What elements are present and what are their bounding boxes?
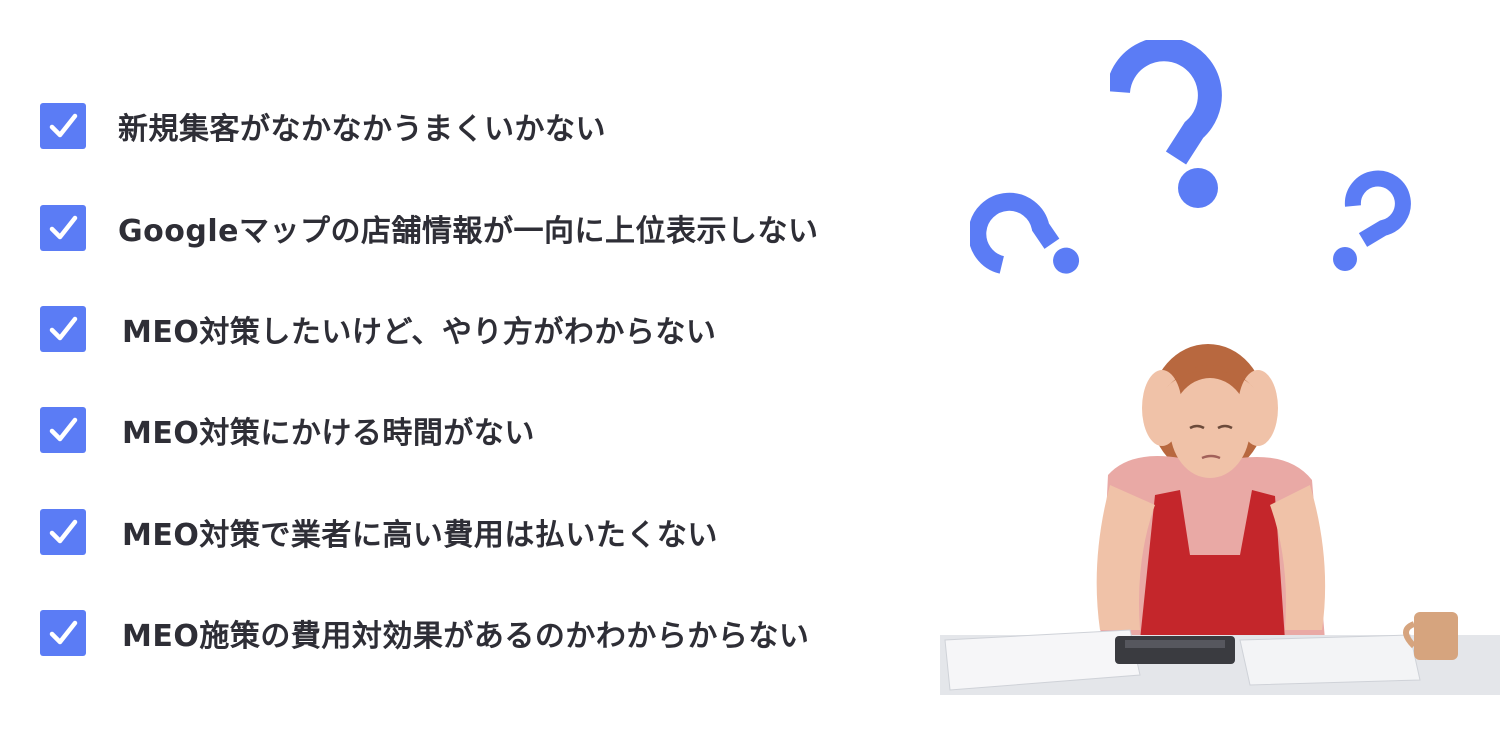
checklist-item-label: MEO対策したいけど、やり方がわからない: [122, 315, 717, 350]
checkmark-icon: [49, 113, 78, 138]
checkbox: [40, 205, 86, 251]
checklist-item: MEO対策で業者に高い費用は払いたくない: [40, 509, 718, 555]
checklist-item: MEO対策したいけど、やり方がわからない: [40, 306, 716, 352]
worried-woman-image: [940, 344, 1500, 695]
checkmark-icon: [49, 417, 78, 442]
checklist-item-label: MEO対策にかける時間がない: [122, 416, 535, 451]
checklist-item-label: MEO施策の費用対効果があるのかわからからない: [122, 619, 810, 654]
checklist: 新規集客がなかなかうまくいかない Googleマップの店舗情報が一向に上位表示し…: [0, 0, 920, 750]
question-mark-icon: [1333, 170, 1411, 271]
checklist-item: MEO対策にかける時間がない: [40, 407, 535, 453]
checkmark-icon: [49, 519, 78, 544]
checkbox: [40, 610, 86, 656]
illustration: [940, 30, 1500, 700]
checkmark-icon: [49, 215, 78, 240]
checkbox: [40, 306, 86, 352]
checklist-item-label: MEO対策で業者に高い費用は払いたくない: [122, 518, 718, 553]
checkmark-icon: [49, 620, 78, 645]
checklist-item: MEO施策の費用対効果があるのかわからからない: [40, 610, 809, 656]
checkbox: [40, 407, 86, 453]
checklist-item-label: Googleマップの店舗情報が一向に上位表示しない: [118, 214, 819, 249]
checklist-item-label: 新規集客がなかなかうまくいかない: [118, 112, 606, 147]
checklist-item: 新規集客がなかなかうまくいかない: [40, 103, 606, 149]
checklist-item: Googleマップの店舗情報が一向に上位表示しない: [40, 205, 818, 251]
checkbox: [40, 103, 86, 149]
question-mark-icon: [970, 192, 1080, 274]
checkmark-icon: [49, 316, 78, 341]
question-mark-icon: [1110, 40, 1222, 208]
checkbox: [40, 509, 86, 555]
